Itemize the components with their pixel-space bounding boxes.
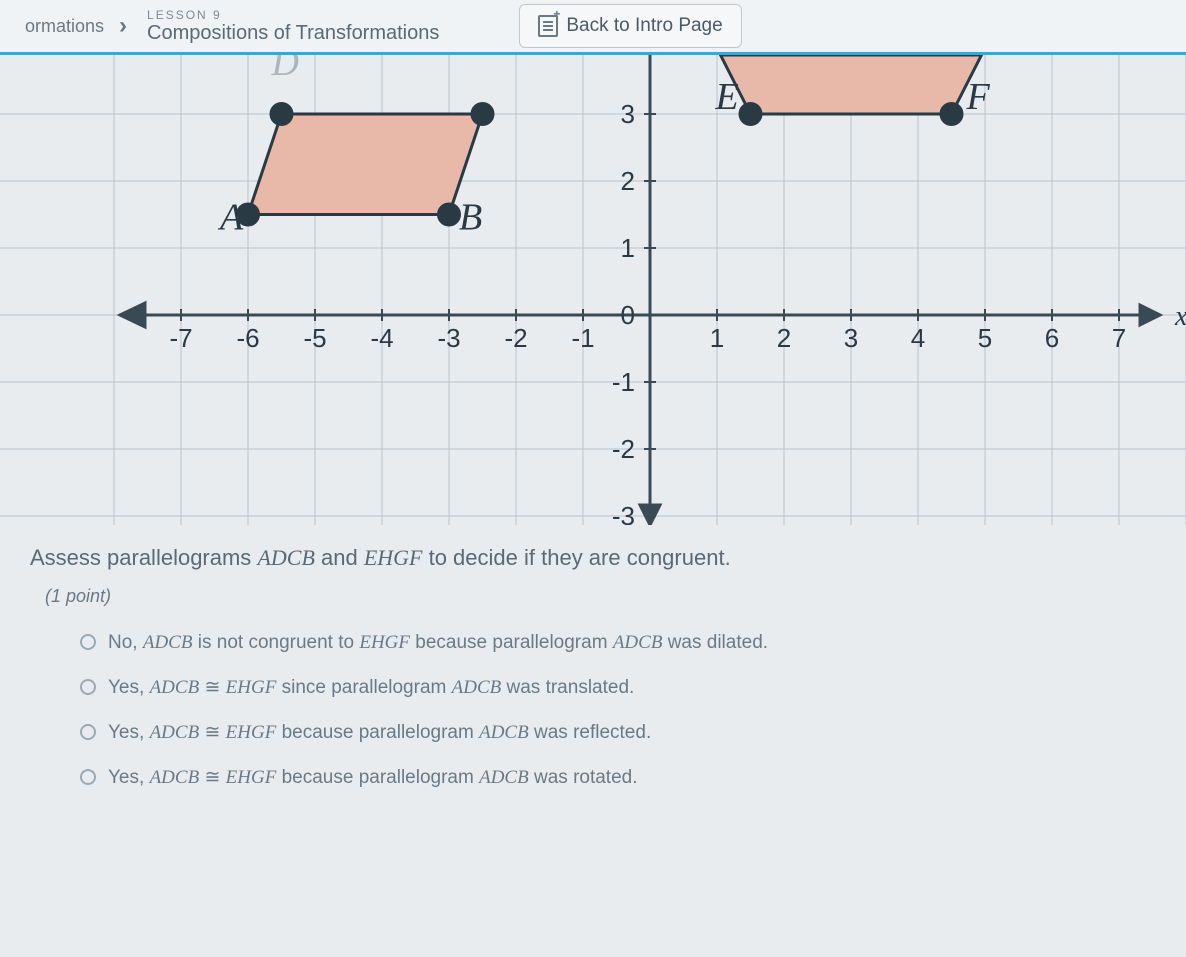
svg-text:-3: -3 [437,323,460,353]
lesson-number: LESSON 9 [147,8,439,22]
svg-text:1: 1 [710,323,724,353]
option-text: Yes, ADCB ≅ EHGF because parallelogram A… [108,766,638,789]
radio-icon[interactable] [80,724,96,740]
answer-option-1[interactable]: Yes, ADCB ≅ EHGF since parallelogram ADC… [80,676,1156,699]
svg-text:-5: -5 [303,323,326,353]
svg-text:-1: -1 [571,323,594,353]
points-label: (1 point) [30,586,1156,607]
svg-text:-1: -1 [612,367,635,397]
svg-text:x: x [1174,301,1186,332]
svg-text:F: F [966,76,991,118]
lesson-title: Compositions of Transformations [147,22,439,45]
svg-text:1: 1 [621,233,635,263]
svg-text:E: E [715,76,739,118]
svg-text:A: A [217,197,244,239]
svg-text:2: 2 [777,323,791,353]
answer-option-3[interactable]: Yes, ADCB ≅ EHGF because parallelogram A… [80,766,1156,789]
grid-svg: -7 -6 -5 -4 -3 -2 -1 1 2 3 4 5 6 7 -3 -2 -1 0 1 2 3 x A B D E F [0,55,1186,525]
coordinate-grid: -7 -6 -5 -4 -3 -2 -1 1 2 3 4 5 6 7 -3 -2 -1 0 1 2 3 x A B D E F [0,55,1186,525]
answer-option-0[interactable]: No, ADCB is not congruent to EHGF becaus… [80,632,1156,654]
option-text: Yes, ADCB ≅ EHGF since parallelogram ADC… [108,676,634,699]
svg-text:-2: -2 [612,434,635,464]
svg-text:7: 7 [1112,323,1126,353]
options-list: No, ADCB is not congruent to EHGF becaus… [30,632,1156,789]
option-text: No, ADCB is not congruent to EHGF becaus… [108,632,768,654]
svg-text:6: 6 [1045,323,1059,353]
radio-icon[interactable] [80,769,96,785]
svg-text:-2: -2 [504,323,527,353]
lesson-block: LESSON 9 Compositions of Transformations [127,8,459,45]
document-icon [538,15,558,37]
question-area: Assess parallelograms ADCB and EHGF to d… [0,525,1186,789]
svg-text:-6: -6 [236,323,259,353]
page-header: ormations › LESSON 9 Compositions of Tra… [0,0,1186,55]
breadcrumb-prev[interactable]: ormations [10,16,119,37]
answer-option-2[interactable]: Yes, ADCB ≅ EHGF because parallelogram A… [80,721,1156,744]
svg-text:3: 3 [621,99,635,129]
chevron-right-icon: › [119,12,127,40]
question-prompt: Assess parallelograms ADCB and EHGF to d… [30,545,1156,571]
svg-text:0: 0 [621,300,635,330]
radio-icon[interactable] [80,679,96,695]
svg-text:5: 5 [978,323,992,353]
svg-text:2: 2 [621,166,635,196]
radio-icon[interactable] [80,634,96,650]
svg-text:4: 4 [911,323,925,353]
svg-text:B: B [459,197,482,239]
svg-text:-3: -3 [612,501,635,525]
option-text: Yes, ADCB ≅ EHGF because parallelogram A… [108,721,651,744]
svg-text:-4: -4 [370,323,393,353]
svg-text:-7: -7 [169,323,192,353]
back-button-label: Back to Intro Page [566,15,722,37]
svg-text:3: 3 [844,323,858,353]
svg-text:D: D [271,55,299,84]
back-to-intro-button[interactable]: Back to Intro Page [519,4,741,48]
